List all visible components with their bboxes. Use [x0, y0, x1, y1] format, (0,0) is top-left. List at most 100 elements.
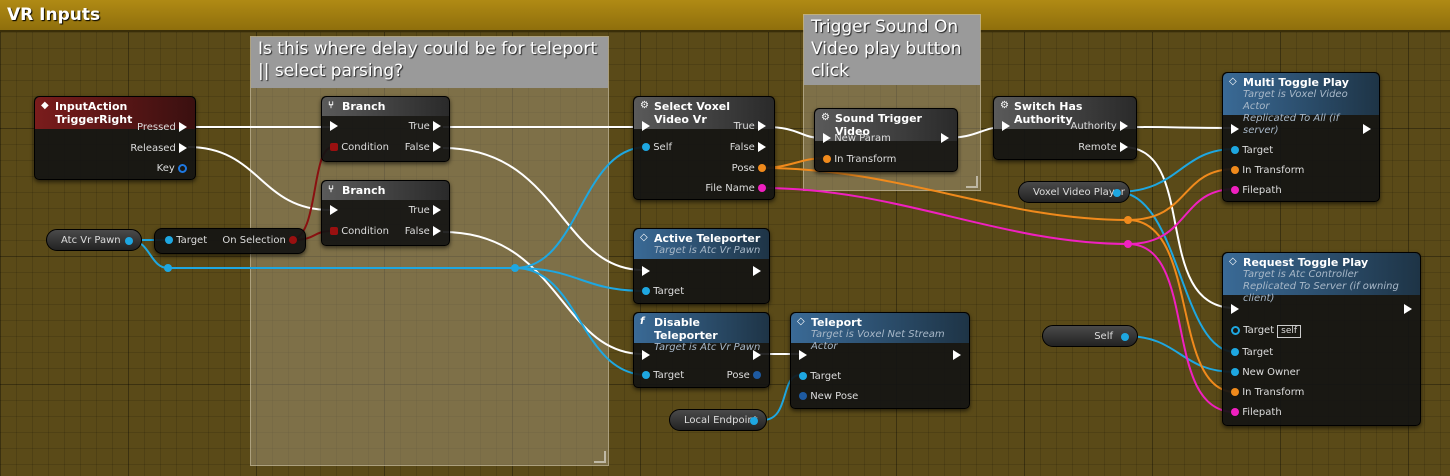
struct-pin-icon [823, 155, 831, 163]
pose-pin[interactable]: Pose [732, 163, 766, 174]
authority-pin[interactable]: Authority [1071, 121, 1128, 132]
teleport-node[interactable]: ◇ Teleport Target is Voxel Net Stream Ac… [790, 312, 970, 409]
true-pin[interactable]: True [409, 121, 441, 132]
local-endpoint-variable[interactable]: Local Endpoint [669, 409, 767, 431]
self-pin[interactable]: Self [642, 142, 672, 153]
exec-out-pin[interactable] [953, 350, 961, 361]
file-name-pin[interactable]: File Name [705, 183, 766, 194]
disable-teleporter-node[interactable]: f Disable Teleporter Target is Atc Vr Pa… [633, 312, 770, 388]
exec-out-pin[interactable] [753, 350, 761, 361]
pin-label: Target [653, 286, 685, 297]
node-title: Active Teleporter [654, 232, 761, 245]
event-diamond-icon: ◇ [1229, 76, 1237, 87]
exec-in-pin[interactable] [1002, 121, 1010, 132]
exec-out-hollow-icon [758, 142, 766, 152]
pose-pin[interactable]: Pose [727, 370, 761, 381]
exec-in-pin[interactable] [642, 266, 650, 277]
node-header[interactable]: ◇ Multi Toggle Play Target is Voxel Vide… [1223, 73, 1379, 136]
on-selection-pin[interactable]: On Selection [222, 235, 297, 246]
node-title: Request Toggle Play [1243, 256, 1369, 269]
target-pin[interactable]: Target [1231, 347, 1273, 358]
true-pin[interactable]: True [734, 121, 766, 132]
self-variable[interactable]: Self [1042, 325, 1138, 347]
false-pin[interactable]: False [405, 142, 441, 153]
switch-has-authority-node[interactable]: ⚙ Switch Has Authority Authority Remote [993, 96, 1137, 160]
exec-in-icon [823, 133, 831, 143]
target-pin[interactable]: Target [642, 286, 684, 297]
released-pin[interactable]: Released [130, 143, 187, 154]
node-title: Branch [342, 100, 386, 113]
variable-label: Self [1094, 331, 1113, 342]
object-pin-icon[interactable] [125, 237, 133, 245]
branch-node-2[interactable]: ⑂ Branch True Condition False [321, 180, 450, 246]
gear-icon: ⚙ [1000, 100, 1009, 111]
node-header[interactable]: ⑂ Branch [322, 181, 449, 200]
in-transform-pin[interactable]: In Transform [823, 154, 896, 165]
exec-out-pin[interactable] [753, 266, 761, 277]
multi-toggle-play-node[interactable]: ◇ Multi Toggle Play Target is Voxel Vide… [1222, 72, 1380, 202]
exec-in-icon [799, 350, 807, 360]
struct-pin-icon [758, 164, 766, 172]
input-action-trigger-right-node[interactable]: ◆ InputAction TriggerRight Pressed Relea… [34, 96, 196, 180]
false-pin[interactable]: False [730, 142, 766, 153]
node-title: Teleport [811, 316, 862, 329]
object-pin-icon[interactable] [1113, 189, 1121, 197]
on-selection-getter-node[interactable]: Target On Selection [154, 228, 306, 254]
pin-label: In Transform [1242, 165, 1305, 176]
node-header[interactable]: ◇ Active Teleporter Target is Atc Vr Paw… [634, 229, 769, 259]
object-pin-icon[interactable] [1121, 333, 1129, 341]
new-pose-pin[interactable]: New Pose [799, 391, 858, 402]
exec-out-pin[interactable] [1404, 304, 1412, 315]
new-owner-pin[interactable]: New Owner [1231, 367, 1300, 378]
select-voxel-video-vr-node[interactable]: ⚙ Select Voxel Video Vr True Self False … [633, 96, 775, 200]
reroute-node [1124, 240, 1132, 248]
exec-in-pin[interactable] [642, 121, 650, 132]
remote-pin[interactable]: Remote [1078, 142, 1128, 153]
exec-in-pin[interactable] [799, 350, 807, 361]
target-pin[interactable]: Target [799, 371, 841, 382]
pin-label: File Name [705, 183, 755, 194]
true-pin[interactable]: True [409, 205, 441, 216]
pin-label: New Pose [810, 391, 859, 402]
object-pin-icon [165, 236, 173, 244]
condition-pin[interactable]: Condition [330, 226, 389, 237]
in-transform-pin[interactable]: In Transform [1231, 165, 1304, 176]
exec-out-pin[interactable] [941, 133, 949, 144]
node-header[interactable]: ⑂ Branch [322, 97, 449, 116]
gear-icon: ⚙ [821, 112, 830, 123]
filepath-pin[interactable]: Filepath [1231, 185, 1282, 196]
target-pin[interactable]: Target [165, 235, 207, 246]
node-header[interactable]: ◇ Teleport Target is Voxel Net Stream Ac… [791, 313, 969, 352]
struct-pin-icon [1231, 166, 1239, 174]
active-teleporter-node[interactable]: ◇ Active Teleporter Target is Atc Vr Paw… [633, 228, 770, 304]
pressed-pin[interactable]: Pressed [137, 122, 187, 133]
exec-in-pin[interactable] [330, 205, 338, 216]
target-self-pin[interactable]: Target self [1231, 325, 1302, 338]
target-pin[interactable]: Target [1231, 145, 1273, 156]
exec-out-icon [179, 143, 187, 153]
node-header[interactable]: ◇ Request Toggle Play Target is Atc Cont… [1223, 253, 1420, 304]
key-pin[interactable]: Key [157, 163, 187, 174]
atc-vr-pawn-variable[interactable]: Atc Vr Pawn [46, 229, 142, 251]
filepath-pin[interactable]: Filepath [1231, 407, 1282, 418]
branch-node-1[interactable]: ⑂ Branch True Condition False [321, 96, 450, 162]
target-pin[interactable]: Target [642, 370, 684, 381]
exec-in-pin[interactable] [1231, 304, 1239, 315]
in-transform-pin[interactable]: In Transform [1231, 387, 1304, 398]
exec-in-pin[interactable] [642, 350, 650, 361]
object-pin-icon [1231, 368, 1239, 376]
pin-label: Pose [726, 370, 750, 381]
exec-in-pin[interactable] [330, 121, 338, 132]
node-header[interactable]: f Disable Teleporter Target is Atc Vr Pa… [634, 313, 769, 353]
sound-trigger-video-node[interactable]: ⚙ Sound Trigger Video New Param In Trans… [814, 108, 958, 172]
event-diamond-icon: ◆ [41, 100, 49, 111]
exec-out-pin[interactable] [1363, 124, 1371, 135]
request-toggle-play-node[interactable]: ◇ Request Toggle Play Target is Atc Cont… [1222, 252, 1421, 426]
voxel-video-player-variable[interactable]: Voxel Video Player [1018, 181, 1130, 203]
exec-in-pin[interactable] [1231, 124, 1239, 135]
condition-pin[interactable]: Condition [330, 142, 389, 153]
function-icon: f [640, 316, 645, 327]
object-pin-icon[interactable] [750, 417, 758, 425]
new-param-pin[interactable]: New Param [823, 133, 891, 144]
false-pin[interactable]: False [405, 226, 441, 237]
